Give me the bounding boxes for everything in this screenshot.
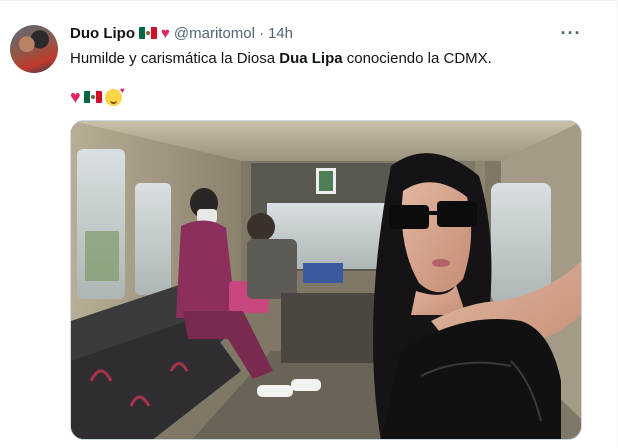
emoji-line: ♥ [70, 86, 125, 107]
tweet-text: Humilde y carismática la Diosa Dua Lipa … [70, 49, 590, 69]
display-name[interactable]: Duo Lipo [70, 25, 135, 42]
more-options-icon[interactable]: ··· [556, 24, 586, 45]
tweet-text-part: Humilde y carismática la Diosa [70, 50, 280, 67]
separator-dot: · [258, 24, 264, 42]
tweet-header: Duo Lipo ♥ @maritomol · 14h [70, 23, 293, 43]
tweet-text-part: conociendo la CDMX. [342, 50, 492, 67]
user-avatar[interactable] [10, 25, 58, 73]
red-heart-icon: ♥ [160, 24, 170, 42]
tweet-card[interactable]: Duo Lipo ♥ @maritomol · 14h ··· Humilde … [0, 0, 618, 448]
red-heart-icon: ♥ [70, 86, 81, 107]
tweet-timestamp[interactable]: 14h [268, 25, 293, 42]
mexico-flag-icon [83, 91, 102, 103]
mexico-flag-icon [138, 27, 157, 39]
tweet-text-bold: Dua Lipa [279, 50, 343, 67]
user-handle[interactable]: @maritomol [174, 25, 255, 42]
tweet-photo[interactable] [70, 120, 582, 440]
smiling-face-with-hearts-icon [104, 86, 125, 106]
bus-interior-image [71, 121, 581, 439]
